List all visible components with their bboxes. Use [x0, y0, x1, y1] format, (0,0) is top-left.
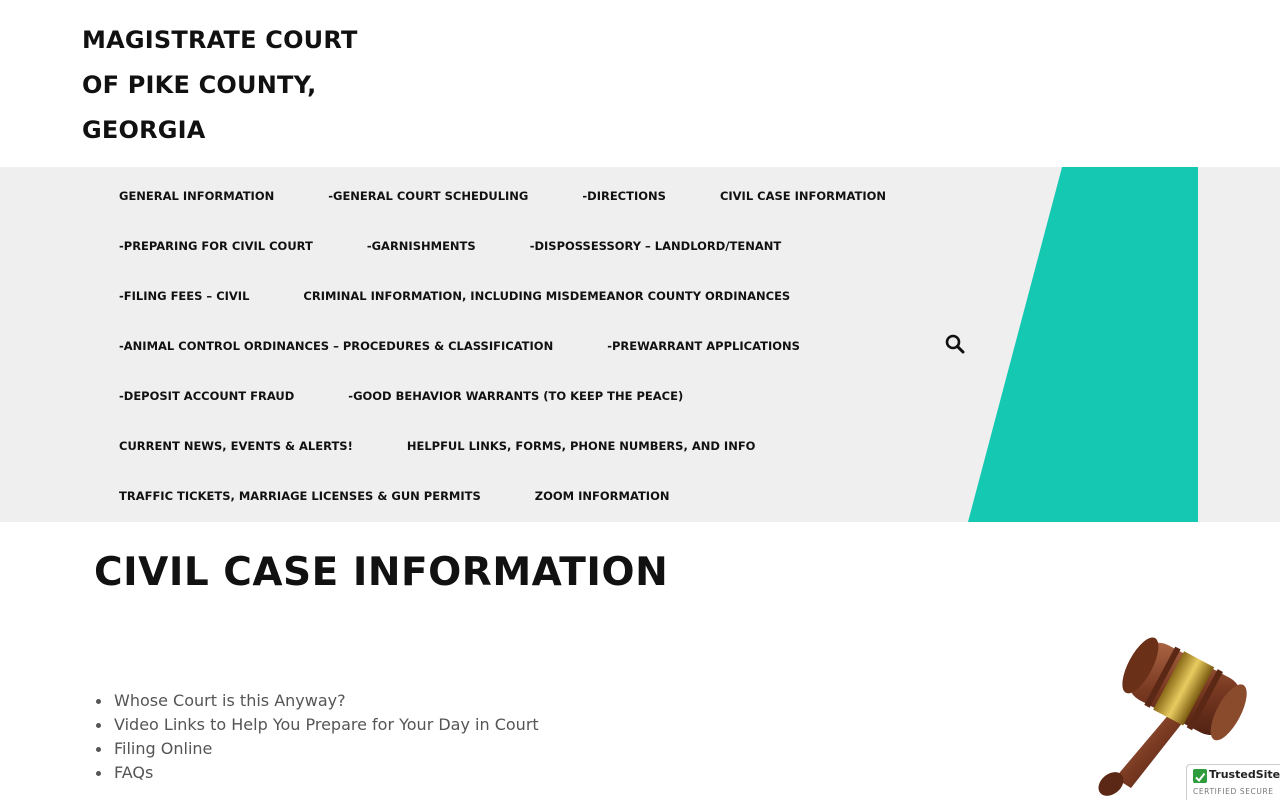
- nav-item-prewarrant-applications[interactable]: -PREWARRANT APPLICATIONS: [607, 339, 800, 353]
- main-navigation: GENERAL INFORMATION -GENERAL COURT SCHED…: [0, 167, 1280, 522]
- nav-item-garnishments[interactable]: -GARNISHMENTS: [367, 239, 476, 253]
- nav-row-7: TRAFFIC TICKETS, MARRIAGE LICENSES & GUN…: [119, 471, 670, 521]
- nav-item-general-court-scheduling[interactable]: -GENERAL COURT SCHEDULING: [328, 189, 528, 203]
- nav-item-civil-case-information[interactable]: CIVIL CASE INFORMATION: [720, 189, 886, 203]
- nav-row-5: -DEPOSIT ACCOUNT FRAUD -GOOD BEHAVIOR WA…: [119, 371, 683, 421]
- nav-item-criminal-information[interactable]: CRIMINAL INFORMATION, INCLUDING MISDEMEA…: [303, 289, 790, 303]
- trustedsite-badge[interactable]: TrustedSite CERTIFIED SECURE: [1186, 764, 1280, 800]
- list-item: Whose Court is this Anyway?: [96, 689, 539, 713]
- list-item: Video Links to Help You Prepare for Your…: [96, 713, 539, 737]
- search-icon: [945, 334, 965, 354]
- nav-item-filing-fees-civil[interactable]: -FILING FEES – CIVIL: [119, 289, 249, 303]
- nav-item-helpful-links[interactable]: HELPFUL LINKS, FORMS, PHONE NUMBERS, AND…: [407, 439, 756, 453]
- list-item: Filing Online: [96, 737, 539, 761]
- link-faqs[interactable]: FAQs: [114, 763, 153, 782]
- nav-item-current-news[interactable]: CURRENT NEWS, EVENTS & ALERTS!: [119, 439, 353, 453]
- nav-row-6: CURRENT NEWS, EVENTS & ALERTS! HELPFUL L…: [119, 421, 755, 471]
- nav-item-animal-control-ordinances[interactable]: -ANIMAL CONTROL ORDINANCES – PROCEDURES …: [119, 339, 553, 353]
- badge-name: TrustedSite: [1209, 768, 1280, 781]
- nav-right-strip: [1198, 167, 1280, 522]
- nav-row-3: -FILING FEES – CIVIL CRIMINAL INFORMATIO…: [119, 271, 790, 321]
- checkmark-icon: [1193, 769, 1207, 783]
- link-filing-online[interactable]: Filing Online: [114, 739, 212, 758]
- badge-subtitle: CERTIFIED SECURE: [1193, 787, 1274, 796]
- nav-row-4: -ANIMAL CONTROL ORDINANCES – PROCEDURES …: [119, 321, 800, 371]
- nav-item-good-behavior-warrants[interactable]: -GOOD BEHAVIOR WARRANTS (TO KEEP THE PEA…: [348, 389, 683, 403]
- search-button[interactable]: [944, 333, 966, 355]
- nav-accent-shape: [968, 167, 1198, 522]
- nav-item-zoom-information[interactable]: ZOOM INFORMATION: [535, 489, 670, 503]
- nav-row-2: -PREPARING FOR CIVIL COURT -GARNISHMENTS…: [119, 221, 781, 271]
- site-header: MAGISTRATE COURT OF PIKE COUNTY, GEORGIA: [0, 0, 1280, 167]
- site-title-line-1[interactable]: MAGISTRATE COURT: [82, 18, 358, 63]
- list-item: FAQs: [96, 761, 539, 785]
- site-title-line-2[interactable]: OF PIKE COUNTY,: [82, 63, 358, 108]
- site-title[interactable]: MAGISTRATE COURT OF PIKE COUNTY, GEORGIA: [82, 18, 358, 153]
- page-title: CIVIL CASE INFORMATION: [94, 550, 669, 595]
- nav-item-dispossessory[interactable]: -DISPOSSESSORY – LANDLORD/TENANT: [530, 239, 782, 253]
- nav-item-traffic-tickets[interactable]: TRAFFIC TICKETS, MARRIAGE LICENSES & GUN…: [119, 489, 481, 503]
- nav-item-general-information[interactable]: GENERAL INFORMATION: [119, 189, 274, 203]
- link-video-links[interactable]: Video Links to Help You Prepare for Your…: [114, 715, 539, 734]
- site-title-line-3[interactable]: GEORGIA: [82, 108, 358, 153]
- content-link-list: Whose Court is this Anyway? Video Links …: [96, 689, 539, 785]
- nav-item-directions[interactable]: -DIRECTIONS: [582, 189, 666, 203]
- nav-item-deposit-account-fraud[interactable]: -DEPOSIT ACCOUNT FRAUD: [119, 389, 294, 403]
- link-whose-court[interactable]: Whose Court is this Anyway?: [114, 691, 346, 710]
- nav-row-1: GENERAL INFORMATION -GENERAL COURT SCHED…: [119, 171, 886, 221]
- nav-item-preparing-for-civil-court[interactable]: -PREPARING FOR CIVIL COURT: [119, 239, 313, 253]
